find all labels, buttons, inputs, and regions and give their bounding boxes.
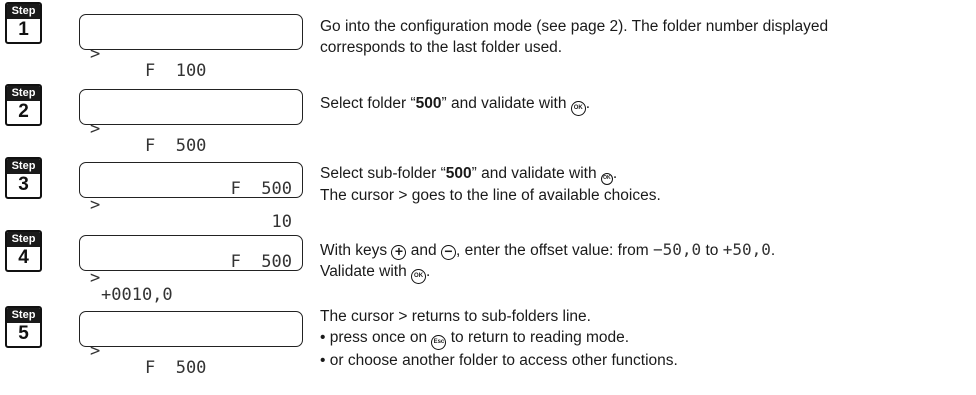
step-badge: Step 5	[5, 306, 42, 348]
lcd-display: > F 500	[79, 89, 303, 155]
lcd-cursor: >	[90, 44, 101, 64]
step-badge-label: Step	[7, 159, 40, 174]
plus-key-icon: +	[391, 244, 407, 260]
description-line: The cursor > goes to the line of availab…	[320, 187, 661, 204]
lcd-cursor: >	[90, 268, 101, 288]
description-line: Validate with OK.	[320, 261, 970, 284]
description-line: • press once on Esc to return to reading…	[320, 327, 970, 350]
step-description: Select sub-folder “500” and validate wit…	[320, 163, 970, 206]
step-5: Step 5 > F 500 The cursor > returns to s…	[0, 306, 976, 388]
lcd-display: > F 500	[79, 311, 303, 377]
step-badge: Step 2	[5, 84, 42, 126]
description-line: corresponds to the last folder used.	[320, 39, 563, 56]
ok-key-icon: OK	[600, 173, 613, 185]
step-3: Step 3 F 500 > 10 Select sub-folder “500…	[0, 157, 976, 231]
lcd-line: F 100	[145, 61, 207, 81]
lcd-line: F 500	[145, 136, 207, 156]
folder-number: 500	[445, 165, 472, 182]
lcd-cursor: >	[90, 341, 101, 361]
description-line: Select folder “500” and validate with OK…	[320, 93, 970, 116]
step-badge-label: Step	[7, 86, 40, 101]
lcd-cursor: >	[90, 119, 101, 139]
offset-min-value: −50,0	[652, 240, 702, 259]
folder-number: 500	[415, 95, 442, 112]
esc-key-icon: Esc	[431, 335, 447, 350]
step-badge-number: 4	[18, 247, 29, 268]
lcd-display: > F 100	[79, 14, 303, 80]
step-badge-number: 3	[18, 174, 29, 195]
step-description: With keys + and −, enter the offset valu…	[320, 239, 970, 284]
lcd-line: F 500	[145, 358, 207, 378]
step-badge-number: 1	[18, 19, 29, 40]
ok-key-icon: OK	[570, 101, 586, 116]
step-badge: Step 3	[5, 157, 42, 199]
step-description: Select folder “500” and validate with OK…	[320, 93, 970, 116]
step-description: The cursor > returns to sub-folders line…	[320, 306, 970, 371]
description-line: Select sub-folder “500” and validate wit…	[320, 163, 970, 185]
step-2: Step 2 > F 500 Select folder “500” and v…	[0, 84, 976, 155]
lcd-display: F 500 > 10	[79, 162, 303, 231]
step-badge-label: Step	[7, 4, 40, 19]
offset-max-value: +50,0	[722, 240, 771, 259]
description-line: Go into the configuration mode (see page…	[320, 18, 829, 35]
lcd-value: 10	[271, 212, 292, 232]
step-badge: Step 4	[5, 230, 42, 272]
description-line: The cursor > returns to sub-folders line…	[320, 308, 591, 325]
description-line: With keys + and −, enter the offset valu…	[320, 240, 776, 260]
step-badge-number: 2	[18, 101, 29, 122]
step-badge-number: 5	[18, 323, 29, 344]
step-badge-label: Step	[7, 308, 40, 323]
lcd-cursor: >	[90, 195, 101, 215]
lcd-value: +0010,0	[101, 285, 173, 305]
step-description: Go into the configuration mode (see page…	[320, 16, 970, 58]
step-1: Step 1 > F 100 Go into the configuration…	[0, 2, 976, 80]
minus-key-icon: −	[440, 244, 456, 260]
description-line: • or choose another folder to access oth…	[320, 352, 678, 369]
step-badge-label: Step	[7, 232, 40, 247]
step-badge: Step 1	[5, 2, 42, 44]
ok-key-icon: OK	[411, 269, 427, 284]
lcd-display: F 500 > +0010,0	[79, 235, 303, 304]
step-4: Step 4 F 500 > +0010,0 With keys + and −…	[0, 230, 976, 304]
